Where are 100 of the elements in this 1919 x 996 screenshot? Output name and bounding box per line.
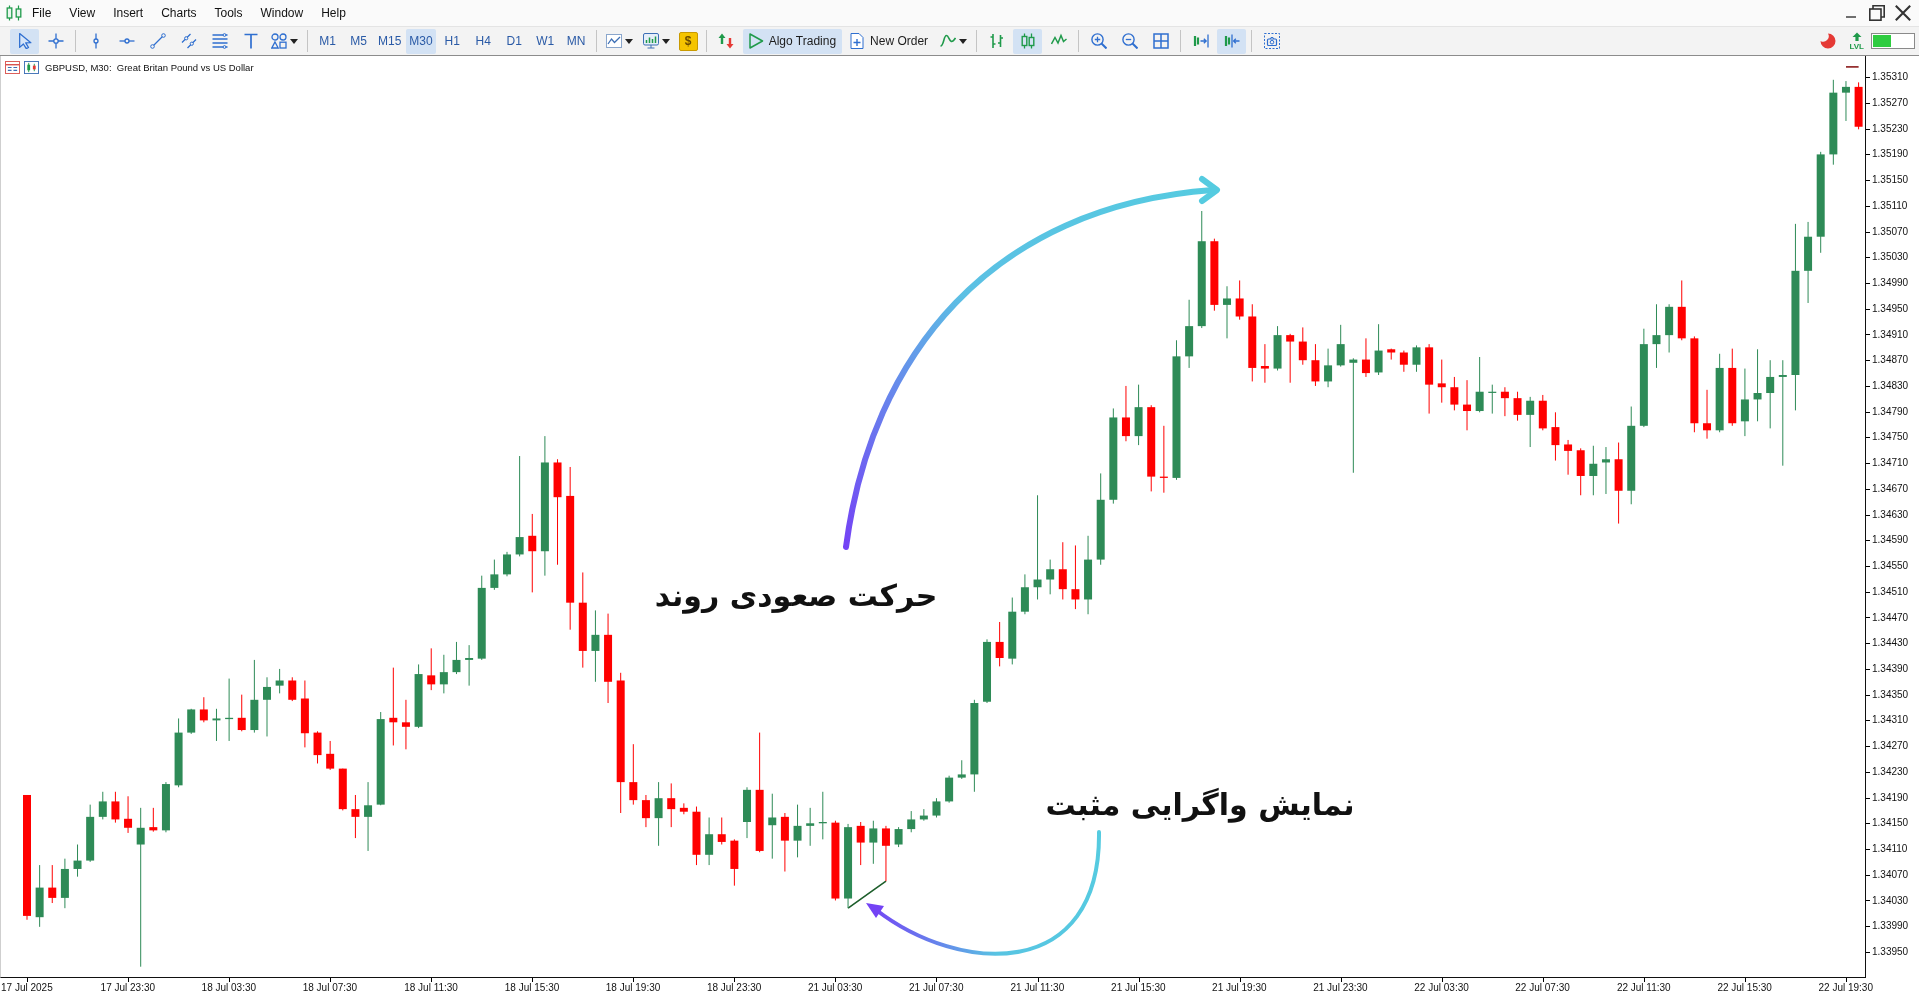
candle-body <box>1260 366 1269 369</box>
candle-body <box>136 827 145 845</box>
price-label: 1.34110 <box>1872 843 1908 855</box>
candle-body <box>1652 335 1661 345</box>
candle-body <box>1147 407 1156 477</box>
timeframe-button[interactable]: M15 <box>375 28 405 54</box>
time-label: 18 Jul 11:30 <box>404 982 458 994</box>
candle-wick <box>1517 391 1519 422</box>
candle-wick <box>708 817 710 866</box>
timeframe-button[interactable]: H1 <box>437 28 467 54</box>
time-label: 18 Jul 07:30 <box>302 982 358 994</box>
candle-wick <box>822 791 824 840</box>
timeframe-button[interactable]: D1 <box>499 28 529 54</box>
price-label: 1.34950 <box>1872 302 1909 315</box>
candle-wick <box>1049 559 1051 595</box>
caret-icon <box>661 38 670 44</box>
candle-wick <box>632 743 634 806</box>
price-label: 1.34830 <box>1872 379 1909 392</box>
candle-wick <box>77 844 79 878</box>
menu-item[interactable]: Window <box>251 3 313 23</box>
candle-body <box>919 815 928 820</box>
candle-body <box>124 818 133 828</box>
candle-body <box>490 574 499 588</box>
timeframe-button[interactable]: H4 <box>468 28 498 54</box>
monitor-icon <box>642 33 659 49</box>
tool-button[interactable] <box>10 28 39 54</box>
dollar-button[interactable]: $ <box>678 31 698 51</box>
time-label: 18 Jul 23:30 <box>706 982 762 994</box>
chart-type-button[interactable] <box>1013 28 1043 54</box>
candle-body <box>60 868 69 898</box>
lvl-button[interactable]: LVL <box>1846 31 1867 51</box>
new-order-button[interactable]: New Order <box>844 28 935 54</box>
candle-wick <box>670 782 672 828</box>
price-label: 1.34230 <box>1872 765 1909 778</box>
candle-wick <box>1592 445 1594 496</box>
candle-wick <box>1403 350 1405 373</box>
timeframe-button[interactable]: MN <box>561 28 591 54</box>
menu-item[interactable]: Tools <box>205 3 252 23</box>
candle-body <box>730 840 739 869</box>
candle-body <box>894 829 903 845</box>
caret-icon <box>624 38 633 44</box>
candle-body <box>1463 404 1471 411</box>
shapes-icon <box>271 33 287 49</box>
chart-title: GBPUSD, M30: Great Britan Pound vs US Dollar <box>45 62 254 73</box>
menu-item[interactable]: File <box>23 3 61 23</box>
candle-body <box>275 680 284 686</box>
candle-body <box>414 674 423 727</box>
candle-wick <box>1074 544 1076 610</box>
scroll-button[interactable] <box>1217 28 1247 54</box>
candle-wick <box>1226 285 1228 339</box>
candle-body <box>1753 393 1762 400</box>
candle-body <box>957 774 966 778</box>
time-label: 21 Jul 03:30 <box>807 982 863 994</box>
price-label: 1.33950 <box>1872 945 1909 958</box>
candle-body <box>793 825 802 841</box>
time-label: 21 Jul 15:30 <box>1111 982 1166 994</box>
menu-item[interactable]: View <box>60 3 105 23</box>
candle-body <box>641 800 650 819</box>
candle-wick <box>1289 333 1291 384</box>
price-label: 1.34910 <box>1872 328 1909 341</box>
candle-wick <box>1491 384 1493 415</box>
time-label: 21 Jul 23:30 <box>1313 982 1368 994</box>
candle-wick <box>936 797 937 818</box>
up-arrow-icon <box>1851 31 1862 41</box>
price-label: 1.34670 <box>1872 482 1909 495</box>
candle-body <box>73 860 82 869</box>
menu-item[interactable]: Insert <box>104 3 153 23</box>
time-label: 18 Jul 19:30 <box>605 982 661 994</box>
candle-body <box>35 887 44 918</box>
up-down-arrows-icon <box>718 33 735 49</box>
candle-wick <box>367 781 369 852</box>
algo-trading-button[interactable]: Algo Trading <box>742 28 843 54</box>
wave-icon <box>940 33 957 49</box>
candle-body <box>1185 326 1194 357</box>
price-label: 1.35310 <box>1872 71 1909 84</box>
cursor-icon <box>16 33 33 49</box>
candle-body <box>1311 360 1320 382</box>
candle-wick <box>1656 303 1657 369</box>
candle-body <box>250 699 259 731</box>
time-label: 21 Jul 07:30 <box>909 982 964 994</box>
menu-item[interactable]: Charts <box>152 3 206 23</box>
menu-item[interactable]: Help <box>312 3 355 23</box>
timeframe-button[interactable]: M5 <box>344 28 373 54</box>
price-label: 1.34150 <box>1872 817 1909 830</box>
grid-icon <box>1152 33 1169 49</box>
candle-body <box>768 817 777 826</box>
candle-body <box>705 834 714 855</box>
candle-wick <box>216 708 217 742</box>
timeframe-button[interactable]: M1 <box>313 28 342 54</box>
candle-wick <box>923 808 925 822</box>
candle-body <box>1841 86 1850 93</box>
candle-body <box>174 732 183 786</box>
candle-body <box>1361 359 1370 374</box>
candle-wick <box>1264 343 1266 384</box>
candle-wick <box>152 807 154 833</box>
time-label: 17 Jul 2025 <box>1 982 53 994</box>
timeframe-button[interactable]: W1 <box>530 28 560 54</box>
timeframe-button[interactable]: M30 <box>406 28 436 54</box>
candle-wick <box>241 694 243 732</box>
price-label: 1.34510 <box>1872 585 1909 598</box>
